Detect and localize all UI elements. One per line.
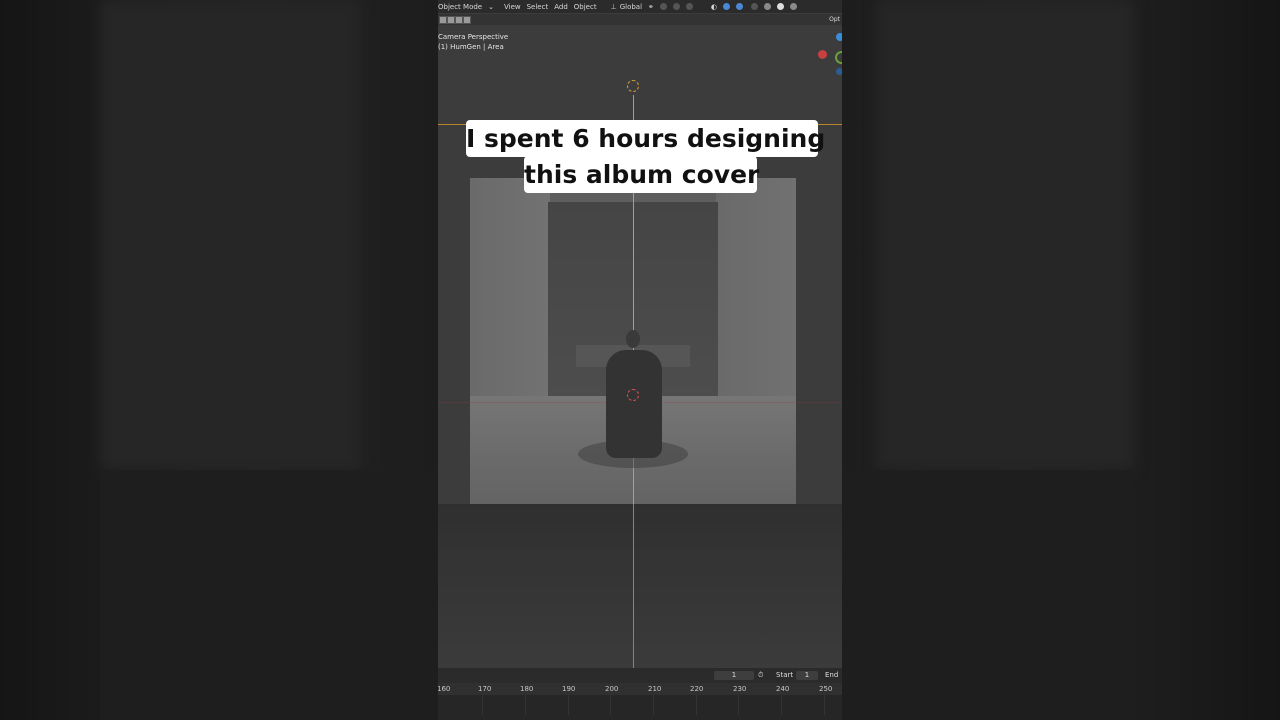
blurred-wall-left	[100, 0, 360, 470]
gizmo-neg-z-icon[interactable]	[836, 68, 842, 75]
select-subtract-icon[interactable]	[455, 16, 463, 24]
options-button[interactable]: Opt	[829, 16, 840, 23]
gizmo-x-axis-icon[interactable]	[818, 50, 827, 59]
tick-label: 210	[648, 685, 662, 693]
scene-wall-right	[716, 178, 796, 396]
chevron-down-icon: ⌄	[488, 2, 494, 11]
track-gridline	[738, 695, 739, 715]
3d-cursor-icon[interactable]	[627, 389, 639, 401]
tick-label: 180	[520, 685, 534, 693]
timeline-header: 1 ⏱ Start 1 End	[438, 668, 842, 683]
area-light-icon[interactable]	[627, 80, 639, 92]
solid-shading-icon[interactable]	[777, 3, 785, 10]
select-extend-icon[interactable]	[447, 16, 455, 24]
blurred-wall-right	[876, 0, 1134, 470]
camera-perspective-label: Camera Perspective	[438, 33, 509, 41]
menu-select[interactable]: Select	[527, 3, 549, 11]
proportional-edit-icon[interactable]	[672, 3, 680, 10]
tick-label: 230	[733, 685, 747, 693]
human-figure-head[interactable]	[626, 330, 640, 348]
falloff-icon[interactable]	[685, 3, 693, 10]
menu-object[interactable]: Object	[574, 3, 597, 11]
pivot-icon[interactable]: ⚭	[648, 3, 654, 11]
caption-line-1: I spent 6 hours designing	[466, 120, 825, 157]
select-mode-toolbar	[438, 14, 842, 25]
mode-selector[interactable]: Object Mode	[438, 3, 482, 11]
track-gridline	[653, 695, 654, 715]
y-axis-line	[633, 504, 634, 668]
menu-view[interactable]: View	[504, 3, 521, 11]
tick-label: 220	[690, 685, 704, 693]
blurred-background-right	[842, 0, 1280, 720]
track-gridline	[696, 695, 697, 715]
track-gridline	[525, 695, 526, 715]
overlay-toggle-icon[interactable]	[736, 3, 744, 10]
menu-add[interactable]: Add	[554, 3, 568, 11]
start-frame-field[interactable]: 1	[796, 671, 818, 680]
tick-label: 240	[776, 685, 790, 693]
tick-label: 200	[605, 685, 619, 693]
tick-label: 250	[819, 685, 833, 693]
gizmo-toggle-icon[interactable]	[723, 3, 731, 10]
caption-line-2: this album cover	[524, 156, 759, 193]
tick-label: 160	[438, 685, 451, 693]
blurred-floor-right	[842, 470, 1134, 720]
viewport-ground	[438, 504, 842, 668]
track-gridline	[610, 695, 611, 715]
transform-orientation-icon: ⊥	[610, 2, 617, 11]
scene-wall-left	[470, 178, 550, 396]
gizmo-z-axis-icon[interactable]	[836, 33, 842, 41]
3d-viewport[interactable]: Object Mode ⌄ View Select Add Object ⊥ G…	[438, 0, 842, 720]
human-figure-body[interactable]	[606, 350, 662, 458]
material-shading-icon[interactable]	[790, 3, 798, 10]
blurred-floor-left	[100, 470, 438, 720]
start-label: Start	[776, 671, 794, 679]
orientation-selector[interactable]: Global	[620, 3, 642, 11]
stopwatch-icon[interactable]: ⏱	[758, 671, 763, 680]
visibility-icon[interactable]: ◐	[711, 3, 717, 11]
track-gridline	[568, 695, 569, 715]
viewport-header: Object Mode ⌄ View Select Add Object ⊥ G…	[438, 0, 842, 13]
end-label: End	[825, 671, 839, 679]
track-gridline	[781, 695, 782, 715]
active-object-label: (1) HumGen | Area	[438, 43, 504, 51]
xray-icon[interactable]	[751, 3, 759, 10]
snap-icon[interactable]	[659, 3, 667, 10]
timeline-ruler[interactable]: 160 170 180 190 200 210 220 230 240 250	[438, 683, 842, 695]
select-intersect-icon[interactable]	[463, 16, 471, 24]
track-gridline	[482, 695, 483, 715]
wireframe-shading-icon[interactable]	[764, 3, 772, 10]
gizmo-y-axis-icon[interactable]	[835, 51, 842, 64]
current-frame-field[interactable]: 1	[714, 671, 754, 680]
tick-label: 190	[562, 685, 576, 693]
select-new-icon[interactable]	[439, 16, 447, 24]
tick-label: 170	[478, 685, 492, 693]
track-gridline	[824, 695, 825, 715]
blurred-background-left	[0, 0, 438, 720]
